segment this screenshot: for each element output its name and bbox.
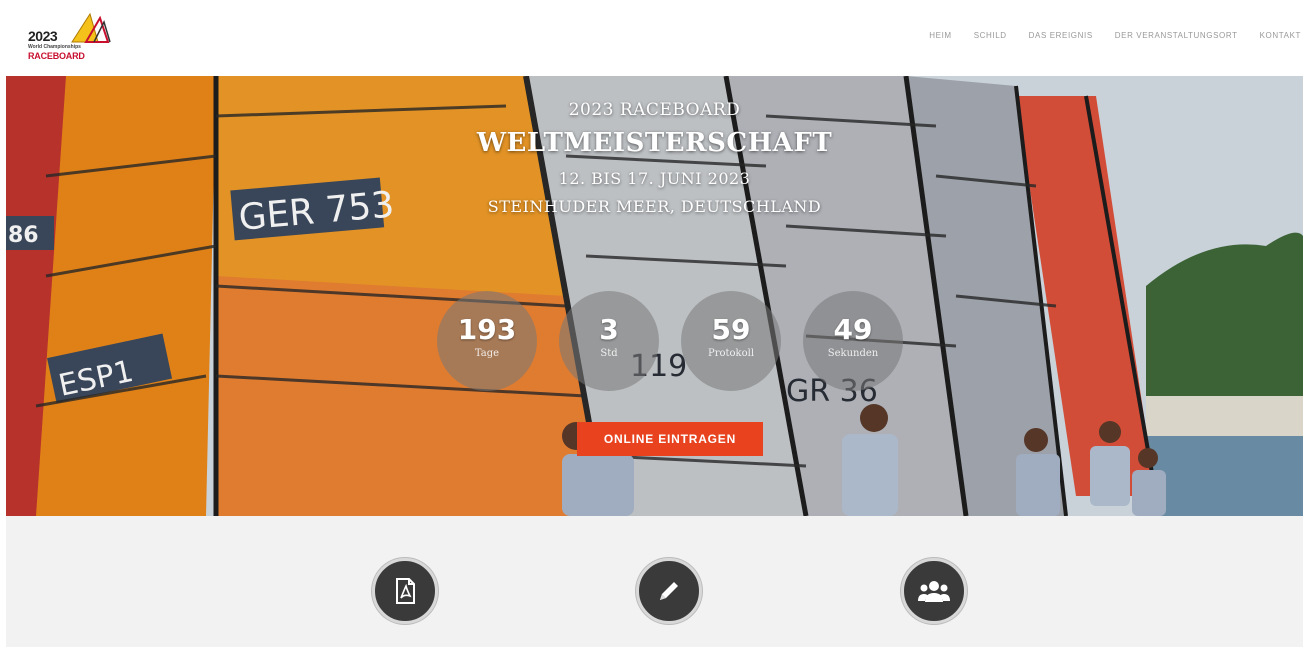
hero-eyebrow: 2023 RACEBOARD: [568, 100, 741, 120]
countdown-seconds-value: 49: [833, 313, 873, 346]
sail-logo-icon: [71, 12, 111, 43]
users-group-icon: [918, 581, 950, 602]
register-online-button[interactable]: ONLINE EINTRAGEN: [577, 422, 763, 456]
countdown-minutes: 59 Protokoll: [681, 291, 781, 391]
countdown-minutes-value: 59: [711, 313, 751, 346]
countdown-days-value: 193: [457, 313, 517, 346]
countdown-timer: 193 Tage 3 Std 59 Protokoll 49 Sekunden: [6, 291, 1303, 401]
countdown-seconds-label: Sekunden: [827, 348, 879, 359]
hero-title: WELTMEISTERSCHAFT: [476, 128, 833, 158]
countdown-hours-label: Std: [600, 348, 618, 359]
page: 2023 World Championships RACEBOARD HEIM …: [0, 0, 1309, 647]
countdown-seconds: 49 Sekunden: [803, 291, 903, 391]
nav-item-heim[interactable]: HEIM: [929, 31, 951, 40]
features-band: [6, 516, 1303, 647]
main-nav: HEIM SCHILD DAS EREIGNIS DER VERANSTALTU…: [929, 31, 1301, 40]
countdown-hours: 3 Std: [559, 291, 659, 391]
countdown-hours-value: 3: [599, 313, 619, 346]
nav-item-veranstaltungsort[interactable]: DER VERANSTALTUNGSORT: [1115, 31, 1238, 40]
countdown-days: 193 Tage: [437, 291, 537, 391]
countdown-days-label: Tage: [474, 348, 500, 359]
site-logo[interactable]: 2023 World Championships RACEBOARD: [24, 10, 116, 66]
site-header: 2023 World Championships RACEBOARD HEIM …: [0, 0, 1309, 76]
hero-banner: 86 ESP1 GER 753 119 GR 36 2023 RACEBOARD…: [6, 76, 1303, 516]
logo-subtitle: World Championships: [28, 44, 81, 50]
nav-item-kontakt[interactable]: KONTAKT: [1260, 31, 1301, 40]
logo-brand: RACEBOARD: [28, 51, 85, 61]
logo-year: 2023: [28, 28, 58, 44]
pencil-icon: [660, 582, 678, 600]
feature-notice-of-race[interactable]: [372, 558, 438, 624]
nav-item-schild[interactable]: SCHILD: [974, 31, 1007, 40]
hero-location: STEINHUDER MEER, DEUTSCHLAND: [487, 197, 822, 216]
hero-dates: 12. BIS 17. JUNI 2023: [558, 169, 751, 188]
countdown-minutes-label: Protokoll: [707, 348, 755, 359]
pdf-document-icon: [396, 578, 415, 604]
feature-registration[interactable]: [636, 558, 702, 624]
nav-item-ereignis[interactable]: DAS EREIGNIS: [1029, 31, 1093, 40]
feature-participants[interactable]: [901, 558, 967, 624]
